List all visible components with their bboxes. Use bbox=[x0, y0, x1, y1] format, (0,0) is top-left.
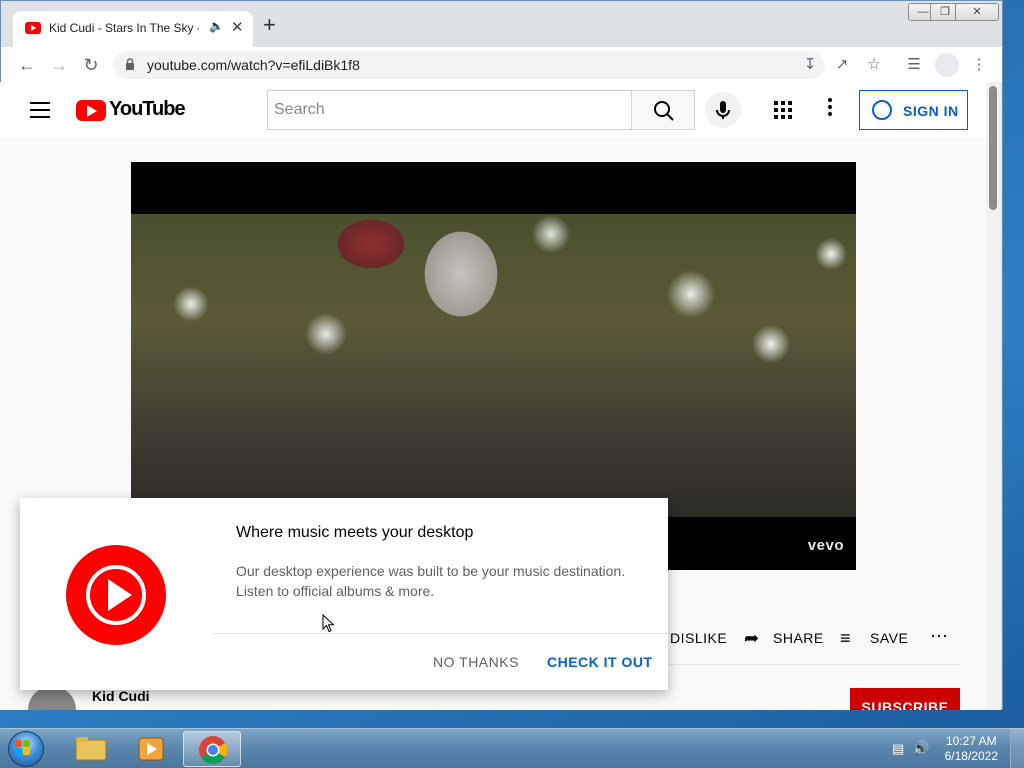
windows-taskbar: ▤ 🔊 10:27 AM 6/18/2022 bbox=[0, 728, 1024, 768]
share-page-icon[interactable]: ↗ bbox=[832, 55, 852, 75]
show-desktop-button[interactable] bbox=[1010, 729, 1024, 768]
youtube-header: YouTube SIGN IN bbox=[0, 82, 986, 138]
system-tray: ▤ 🔊 10:27 AM 6/18/2022 bbox=[884, 729, 1024, 768]
bookmark-star-icon[interactable]: ☆ bbox=[864, 55, 884, 75]
address-bar[interactable]: youtube.com/watch?v=efiLdiBk1f8 bbox=[113, 51, 825, 79]
more-actions-icon[interactable]: ⋯ bbox=[930, 626, 948, 647]
url-text: youtube.com/watch?v=efiLdiBk1f8 bbox=[147, 57, 360, 73]
start-button[interactable] bbox=[4, 731, 46, 767]
youtube-music-logo-icon bbox=[66, 545, 166, 645]
video-actions: DISLIKE ➦ SHARE ≡ SAVE ⋯ bbox=[660, 626, 960, 650]
speaker-icon[interactable]: 🔈 bbox=[209, 19, 224, 33]
taskbar-file-explorer[interactable] bbox=[62, 731, 120, 767]
chrome-menu-icon[interactable]: ⋮ bbox=[969, 55, 989, 75]
sign-in-label: SIGN IN bbox=[903, 103, 959, 119]
taskbar-media-player[interactable] bbox=[122, 731, 180, 767]
volume-icon[interactable]: 🔊 bbox=[912, 740, 929, 757]
reload-icon[interactable]: ↻ bbox=[79, 53, 103, 77]
media-player-icon bbox=[138, 737, 164, 761]
save-playlist-icon[interactable]: ≡ bbox=[840, 628, 851, 649]
dialog-divider bbox=[212, 633, 668, 634]
youtube-favicon-icon bbox=[25, 22, 41, 34]
search-icon bbox=[654, 101, 674, 121]
windows-flag-icon bbox=[15, 740, 31, 756]
search-button[interactable] bbox=[631, 90, 695, 130]
channel-name[interactable]: Kid Cudi bbox=[92, 688, 150, 704]
media-controls-icon[interactable]: ☰ bbox=[904, 55, 924, 75]
dialog-body: Our desktop experience was built to be y… bbox=[236, 563, 626, 599]
youtube-logo-icon[interactable] bbox=[76, 100, 106, 121]
chrome-icon bbox=[199, 736, 227, 764]
folder-icon bbox=[75, 737, 107, 761]
profile-avatar-icon[interactable] bbox=[935, 53, 959, 77]
lock-icon bbox=[126, 58, 134, 70]
menu-icon[interactable] bbox=[30, 102, 50, 118]
subscribe-button[interactable]: SUBSCRIBE bbox=[850, 688, 960, 710]
forward-icon[interactable]: → bbox=[47, 53, 71, 77]
apps-grid-icon[interactable] bbox=[774, 101, 792, 119]
dislike-button[interactable]: DISLIKE bbox=[670, 630, 727, 646]
clock-date: 6/18/2022 bbox=[944, 749, 998, 763]
vevo-watermark: vevo bbox=[807, 537, 844, 554]
share-button[interactable]: SHARE bbox=[773, 630, 824, 646]
youtube-logo-text[interactable]: YouTube bbox=[109, 98, 186, 121]
new-tab-button[interactable]: + bbox=[263, 14, 276, 36]
back-icon[interactable]: ← bbox=[15, 53, 39, 77]
close-window-button[interactable]: ✕ bbox=[955, 3, 999, 21]
browser-toolbar: ← → ↻ youtube.com/watch?v=efiLdiBk1f8 ↧ … bbox=[1, 47, 1002, 83]
no-thanks-button[interactable]: NO THANKS bbox=[433, 654, 519, 670]
sign-in-button[interactable]: SIGN IN bbox=[859, 90, 968, 130]
scrollbar-thumb[interactable] bbox=[989, 86, 997, 210]
settings-more-icon[interactable] bbox=[822, 98, 838, 122]
microphone-icon bbox=[716, 101, 730, 119]
search-input[interactable] bbox=[268, 91, 631, 129]
taskbar-chrome[interactable] bbox=[183, 731, 241, 767]
youtube-music-promo-dialog: Where music meets your desktop Our deskt… bbox=[20, 498, 668, 690]
youtube-page: YouTube SIGN IN bbox=[0, 82, 986, 710]
browser-tab[interactable]: Kid Cudi - Stars In The Sky - 🔈 ✕ bbox=[13, 11, 253, 47]
save-button[interactable]: SAVE bbox=[870, 630, 908, 646]
check-it-out-button[interactable]: CHECK IT OUT bbox=[547, 654, 653, 670]
network-icon[interactable]: ▤ bbox=[892, 741, 904, 757]
search-box bbox=[267, 90, 632, 130]
video-frame bbox=[131, 214, 856, 517]
page-scrollbar[interactable] bbox=[986, 82, 1001, 710]
mouse-cursor-icon bbox=[322, 614, 335, 633]
taskbar-clock[interactable]: 10:27 AM 6/18/2022 bbox=[945, 734, 998, 764]
close-tab-icon[interactable]: ✕ bbox=[231, 18, 244, 36]
account-icon bbox=[872, 100, 892, 120]
voice-search-button[interactable] bbox=[705, 92, 741, 128]
clock-time: 10:27 AM bbox=[945, 734, 997, 748]
share-icon[interactable]: ➦ bbox=[744, 628, 759, 649]
dialog-title: Where music meets your desktop bbox=[236, 524, 474, 541]
install-app-icon[interactable]: ↧ bbox=[800, 55, 820, 75]
tab-title: Kid Cudi - Stars In The Sky - bbox=[49, 21, 199, 35]
